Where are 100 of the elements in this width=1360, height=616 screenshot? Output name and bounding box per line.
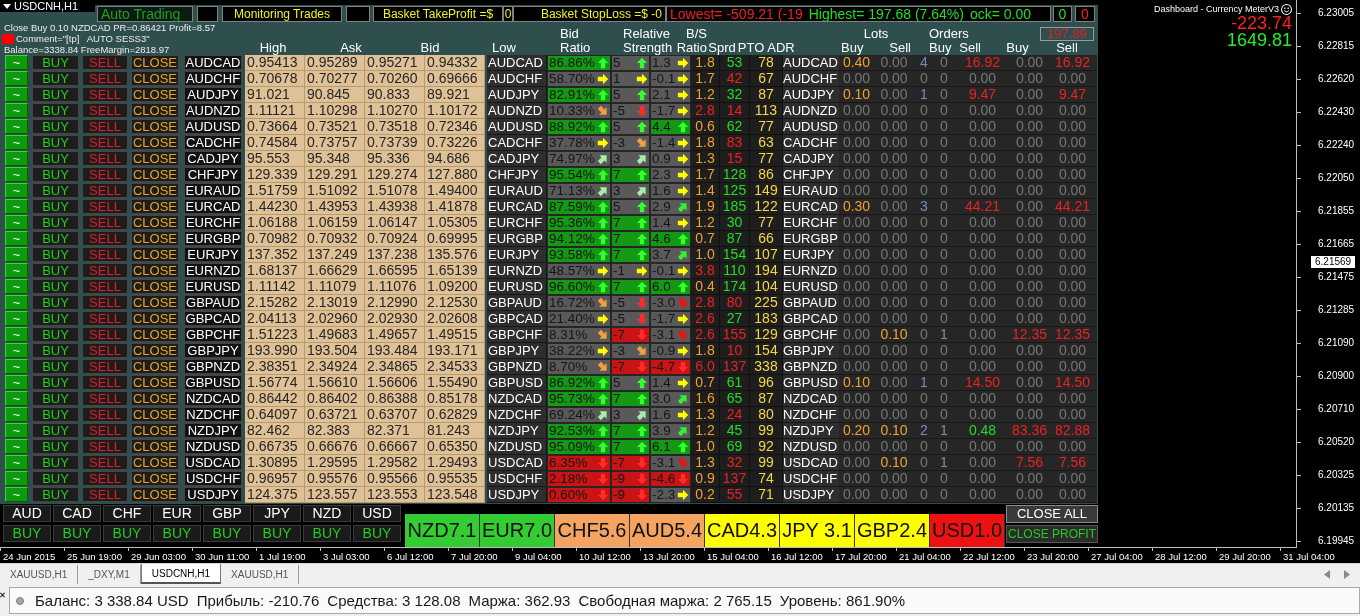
sell-button[interactable]: SELL [82,391,128,406]
buy-button[interactable]: BUY [32,423,79,438]
chart-tab[interactable]: USDCNH,H1 [140,564,222,584]
sell-button[interactable]: SELL [82,215,128,230]
close-button[interactable]: CLOSE [131,343,179,358]
chart-button[interactable]: ~ [5,55,28,70]
close-button[interactable]: CLOSE [131,455,179,470]
buy-button[interactable]: BUY [32,199,79,214]
close-button[interactable]: CLOSE [131,103,179,118]
sell-button[interactable]: SELL [82,231,128,246]
buy-button[interactable]: BUY [32,71,79,86]
chart-button[interactable]: ~ [5,375,28,390]
chart-button[interactable]: ~ [5,263,28,278]
sell-button[interactable]: SELL [82,423,128,438]
currency-button[interactable]: CHF [103,505,151,522]
buy-button[interactable]: BUY [32,279,79,294]
close-button[interactable]: CLOSE [131,487,179,502]
chart-button[interactable]: ~ [5,487,28,502]
buy-button[interactable]: BUY [32,343,79,358]
buy-button[interactable]: BUY [32,439,79,454]
buy-button[interactable]: BUY [32,295,79,310]
sell-button[interactable]: SELL [82,295,128,310]
chart-button[interactable]: ~ [5,135,28,150]
close-button[interactable]: CLOSE [131,247,179,262]
buy-button[interactable]: BUY [32,183,79,198]
close-button[interactable]: CLOSE [131,359,179,374]
close-button[interactable]: CLOSE [131,119,179,134]
close-profit-button[interactable]: CLOSE PROFIT [1006,525,1098,543]
chart-button[interactable]: ~ [5,215,28,230]
sell-button[interactable]: SELL [82,487,128,502]
sell-button[interactable]: SELL [82,311,128,326]
sell-button[interactable]: SELL [82,55,128,70]
close-button[interactable]: CLOSE [131,183,179,198]
chart-button[interactable]: ~ [5,455,28,470]
buy-button[interactable]: BUY [32,327,79,342]
sell-button[interactable]: SELL [82,279,128,294]
caret-icon[interactable] [3,3,11,9]
buy-button[interactable]: BUY [32,407,79,422]
close-button[interactable]: CLOSE [131,167,179,182]
left-triangle-icon[interactable] [1324,569,1330,579]
buy-button[interactable]: BUY [203,525,251,542]
buy-button[interactable]: BUY [32,391,79,406]
close-icon[interactable] [0,592,5,598]
sell-button[interactable]: SELL [82,103,128,118]
close-button[interactable]: CLOSE [131,391,179,406]
close-button[interactable]: CLOSE [131,439,179,454]
buy-button[interactable]: BUY [32,167,79,182]
buy-button[interactable]: BUY [32,247,79,262]
buy-button[interactable]: BUY [303,525,351,542]
buy-button[interactable]: BUY [32,135,79,150]
buy-button[interactable]: BUY [32,215,79,230]
sell-button[interactable]: SELL [82,167,128,182]
buy-button[interactable]: BUY [32,311,79,326]
chart-button[interactable]: ~ [5,359,28,374]
chart-button[interactable]: ~ [5,391,28,406]
sell-button[interactable]: SELL [82,343,128,358]
close-button[interactable]: CLOSE [131,279,179,294]
chart-button[interactable]: ~ [5,231,28,246]
buy-button[interactable]: BUY [32,87,79,102]
buy-button[interactable]: BUY [32,375,79,390]
sell-button[interactable]: SELL [82,455,128,470]
close-button[interactable]: CLOSE [131,407,179,422]
buy-button[interactable]: BUY [32,55,79,70]
sell-button[interactable]: SELL [82,199,128,214]
chart-button[interactable]: ~ [5,119,28,134]
close-button[interactable]: CLOSE [131,55,179,70]
sell-button[interactable]: SELL [82,119,128,134]
close-button[interactable]: CLOSE [131,423,179,438]
chart-button[interactable]: ~ [5,407,28,422]
chart-button[interactable]: ~ [5,439,28,454]
sell-button[interactable]: SELL [82,375,128,390]
chart-button[interactable]: ~ [5,471,28,486]
close-button[interactable]: CLOSE [131,327,179,342]
buy-button[interactable]: BUY [253,525,301,542]
close-button[interactable]: CLOSE [131,231,179,246]
sell-button[interactable]: SELL [82,87,128,102]
chart-button[interactable]: ~ [5,183,28,198]
chart-button[interactable]: ~ [5,71,28,86]
chart-button[interactable]: ~ [5,295,28,310]
close-button[interactable]: CLOSE [131,215,179,230]
close-button[interactable]: CLOSE [131,87,179,102]
buy-button[interactable]: BUY [32,455,79,470]
currency-button[interactable]: NZD [303,505,351,522]
buy-button[interactable]: BUY [32,471,79,486]
buy-button[interactable]: BUY [32,263,79,278]
sell-button[interactable]: SELL [82,263,128,278]
buy-button[interactable]: BUY [32,359,79,374]
close-button[interactable]: CLOSE [131,199,179,214]
chart-button[interactable]: ~ [5,151,28,166]
chart-button[interactable]: ~ [5,311,28,326]
buy-button[interactable]: BUY [153,525,201,542]
close-button[interactable]: CLOSE [131,71,179,86]
close-button[interactable]: CLOSE [131,375,179,390]
chart-button[interactable]: ~ [5,103,28,118]
sell-button[interactable]: SELL [82,407,128,422]
close-button[interactable]: CLOSE [131,295,179,310]
close-all-button[interactable]: CLOSE ALL [1006,505,1098,523]
toolbar-button[interactable]: Auto Trading [97,6,193,22]
currency-button[interactable]: GBP [203,505,251,522]
chart-button[interactable]: ~ [5,343,28,358]
